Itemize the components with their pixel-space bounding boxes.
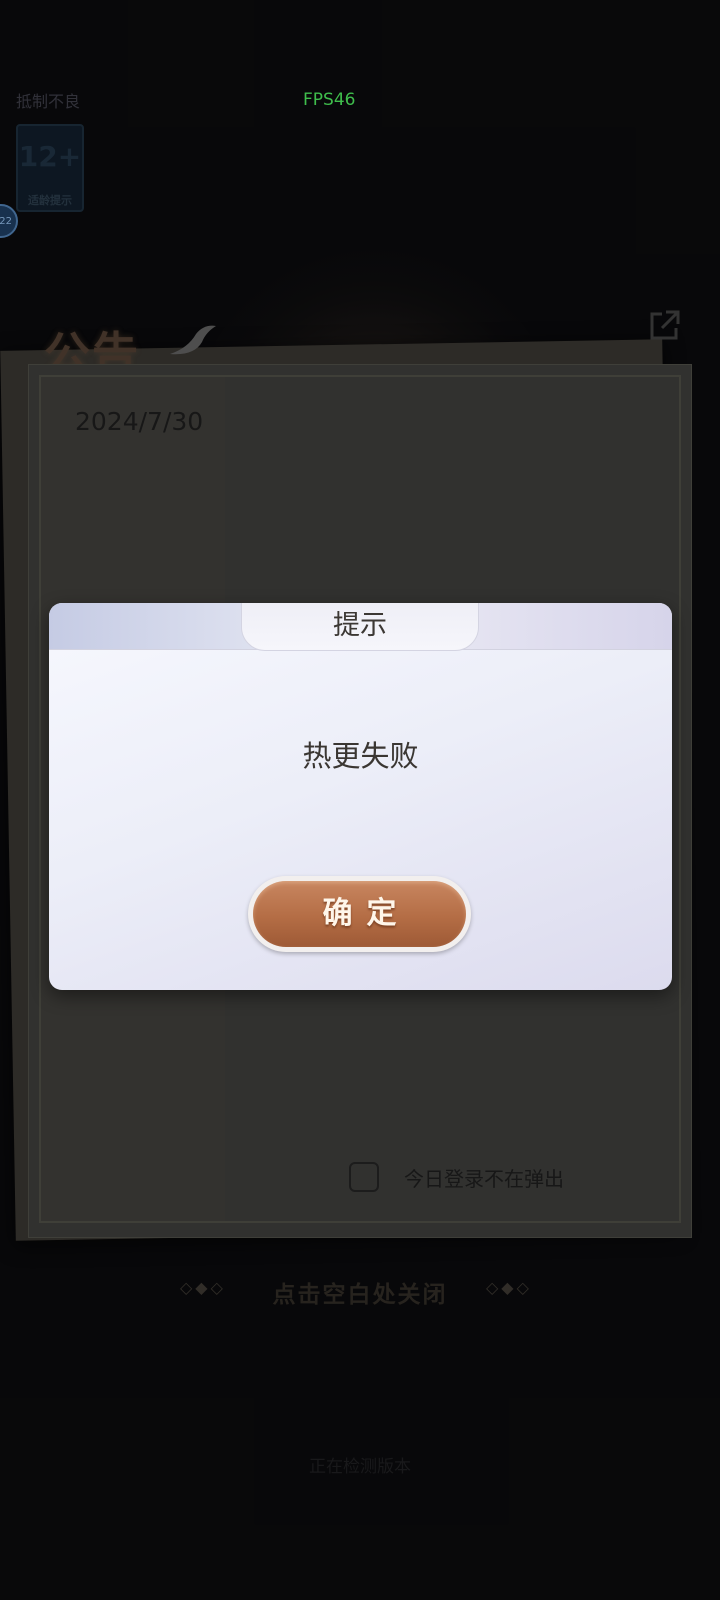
confirm-button-label: 确定 — [253, 881, 466, 947]
hint-dialog: 提示 热更失败 确定 — [49, 603, 672, 990]
dialog-message: 热更失败 — [302, 739, 419, 773]
confirm-button[interactable]: 确定 — [248, 876, 471, 952]
dialog-title: 提示 — [241, 603, 479, 651]
